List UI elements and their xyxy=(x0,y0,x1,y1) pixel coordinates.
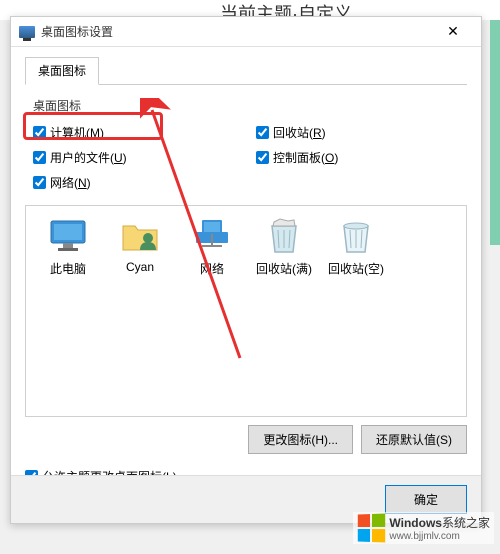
watermark-text: 系统之家 xyxy=(442,516,490,530)
network-icon xyxy=(192,216,232,256)
check-computer[interactable]: 计算机(M) xyxy=(33,124,236,141)
dialog-body: 桌面图标 桌面图标 计算机(M) 回收站(R) 用户的文件(U) 控制面板(O) xyxy=(11,47,481,495)
icon-label: 回收站(满) xyxy=(256,260,312,277)
group-label: 桌面图标 xyxy=(33,97,467,114)
label-network: 网络(N) xyxy=(50,174,91,191)
checkbox-recycle[interactable] xyxy=(256,126,269,139)
watermark-url: www.bjjmlv.com xyxy=(389,531,490,542)
icon-label: 此电脑 xyxy=(50,260,86,277)
restore-defaults-button[interactable]: 还原默认值(S) xyxy=(361,425,467,454)
icon-button-row: 更改图标(H)... 还原默认值(S) xyxy=(25,425,467,454)
icon-label: 网络 xyxy=(200,260,224,277)
monitor-icon xyxy=(19,26,35,38)
watermark: Windows系统之家 www.bjjmlv.com xyxy=(353,512,494,544)
checkbox-control-panel[interactable] xyxy=(256,151,269,164)
checkbox-user-files[interactable] xyxy=(33,151,46,164)
check-recycle[interactable]: 回收站(R) xyxy=(256,124,459,141)
tab-desktop-icons[interactable]: 桌面图标 xyxy=(25,57,99,85)
titlebar: 桌面图标设置 ✕ xyxy=(11,17,481,47)
label-recycle: 回收站(R) xyxy=(273,124,326,141)
label-computer: 计算机(M) xyxy=(50,124,104,141)
check-network[interactable]: 网络(N) xyxy=(33,174,236,191)
desktop-icon-settings-dialog: 桌面图标设置 ✕ 桌面图标 桌面图标 计算机(M) 回收站(R) 用户的文件(U… xyxy=(10,16,482,524)
icon-recycle-full[interactable]: 回收站(满) xyxy=(252,216,316,277)
icon-preview-area: 此电脑 Cyan 网络 回收站(满) xyxy=(25,205,467,417)
monitor-icon xyxy=(48,216,88,256)
dialog-title: 桌面图标设置 xyxy=(41,23,433,40)
checkbox-computer[interactable] xyxy=(33,126,46,139)
close-button[interactable]: ✕ xyxy=(433,18,473,46)
windows-logo-icon xyxy=(358,513,385,542)
label-user-files: 用户的文件(U) xyxy=(50,149,127,166)
recycle-bin-empty-icon xyxy=(336,216,376,256)
check-user-files[interactable]: 用户的文件(U) xyxy=(33,149,236,166)
check-control-panel[interactable]: 控制面板(O) xyxy=(256,149,459,166)
change-icon-button[interactable]: 更改图标(H)... xyxy=(248,425,353,454)
checkbox-grid: 计算机(M) 回收站(R) 用户的文件(U) 控制面板(O) 网络(N) xyxy=(25,120,467,195)
icon-label: Cyan xyxy=(126,260,154,274)
recycle-bin-full-icon xyxy=(264,216,304,256)
watermark-brand: Windows xyxy=(389,516,442,530)
icon-network[interactable]: 网络 xyxy=(180,216,244,277)
icon-this-pc[interactable]: 此电脑 xyxy=(36,216,100,277)
ok-button[interactable]: 确定 xyxy=(385,485,467,514)
icon-recycle-empty[interactable]: 回收站(空) xyxy=(324,216,388,277)
tab-strip: 桌面图标 xyxy=(25,57,467,85)
icon-cyan-user[interactable]: Cyan xyxy=(108,216,172,274)
icon-label: 回收站(空) xyxy=(328,260,384,277)
label-control-panel: 控制面板(O) xyxy=(273,149,338,166)
checkbox-network[interactable] xyxy=(33,176,46,189)
background-accent xyxy=(490,20,500,245)
folder-user-icon xyxy=(120,216,160,256)
